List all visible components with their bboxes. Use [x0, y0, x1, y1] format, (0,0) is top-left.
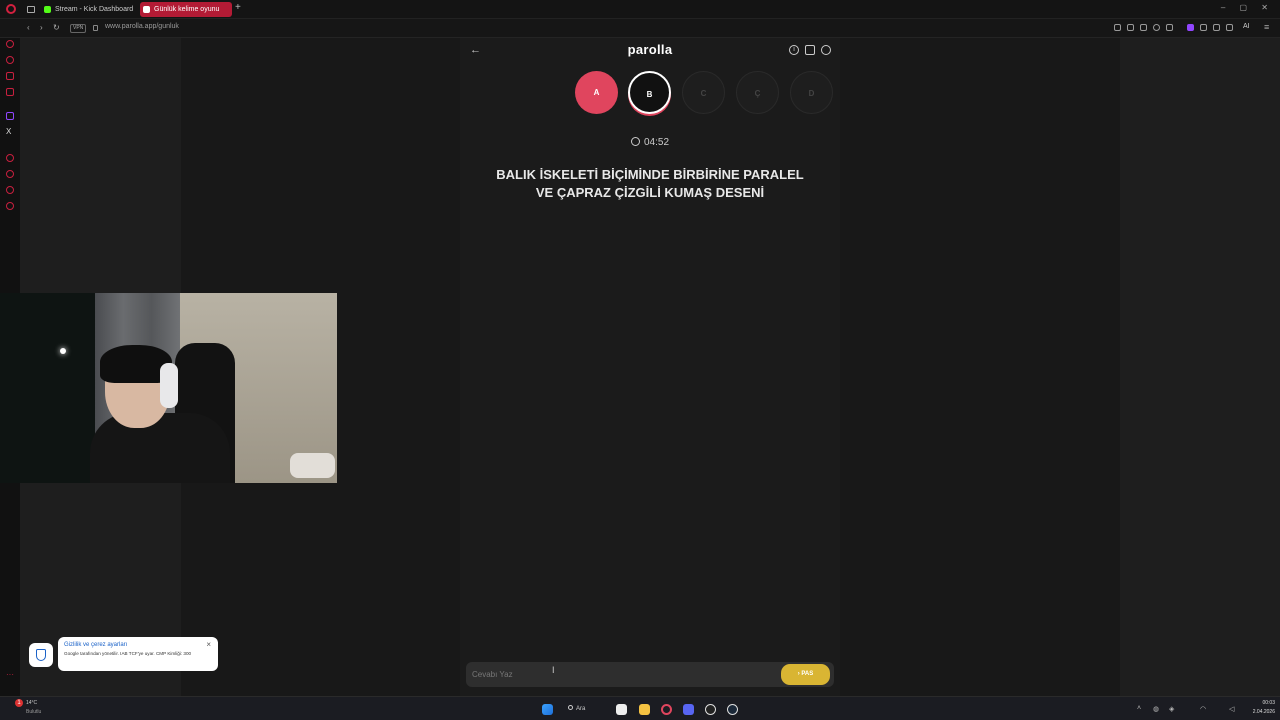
timer: 04:52: [460, 137, 840, 148]
letter-c: C: [682, 71, 725, 114]
tray-app-icon[interactable]: ◈: [1169, 705, 1174, 713]
close-icon[interactable]: ×: [206, 640, 211, 649]
task-view-icon[interactable]: [616, 704, 627, 715]
profile-icon[interactable]: [821, 45, 831, 55]
sidebar-aria-icon[interactable]: [6, 56, 14, 64]
webcam-overlay: [0, 293, 337, 483]
tab-label: Stream - Kick Dashboard: [55, 6, 134, 13]
browser-tab-bar: Stream - Kick Dashboard Günlük kelime oy…: [0, 0, 1280, 19]
answer-input[interactable]: [472, 662, 772, 687]
search-label: Ara: [576, 706, 586, 712]
opera-logo-icon[interactable]: [6, 4, 16, 14]
cookie-consent-popup: Gizlilik ve çerez ayarları Google tarafı…: [58, 637, 218, 671]
app-title: parolla: [627, 42, 673, 57]
menu-icon[interactable]: ≡: [1264, 22, 1269, 32]
webcam-pillow: [290, 453, 335, 478]
sidebar-history-icon[interactable]: [6, 170, 14, 178]
stats-icon[interactable]: [805, 45, 815, 55]
sidebar-twitch-icon[interactable]: [6, 112, 14, 120]
lock-icon: [93, 25, 98, 31]
webcam-window-dark: [0, 293, 95, 483]
info-icon[interactable]: i: [789, 45, 799, 55]
sidebar-more-icon[interactable]: ···: [6, 670, 14, 679]
tab-label: Günlük kelime oyunu: [154, 6, 220, 13]
file-explorer-icon[interactable]: [639, 704, 650, 715]
clock-icon: [630, 137, 640, 146]
sidebar-x-icon[interactable]: X: [6, 127, 11, 136]
heart-icon[interactable]: [1153, 24, 1160, 31]
tray-chevron-icon[interactable]: ˄: [1137, 705, 1141, 712]
download-icon[interactable]: [1213, 24, 1220, 31]
sidebar-settings-icon[interactable]: [6, 202, 14, 210]
speaker-icon: [143, 6, 150, 13]
cookie-title[interactable]: Gizlilik ve çerez ayarları: [64, 642, 127, 648]
webcam-headset: [160, 363, 178, 408]
window-controls: – ▢ ✕: [1220, 3, 1274, 12]
cookie-body: Google tarafından yönetilir. IAB TCF'ye …: [64, 651, 192, 656]
discord-icon[interactable]: [683, 704, 694, 715]
webcam-light: [60, 348, 66, 354]
clock-time[interactable]: 00:03: [1245, 700, 1275, 706]
snapshot-icon[interactable]: [1127, 24, 1134, 31]
reload-icon[interactable]: ↻: [53, 23, 60, 33]
letter-d: D: [790, 71, 833, 114]
extension-icon[interactable]: [1200, 24, 1207, 31]
shield-check-icon: [36, 649, 46, 661]
sidebar-player-icon[interactable]: [6, 154, 14, 162]
tray-network-icon[interactable]: ◍: [1153, 705, 1159, 713]
text-cursor-icon: I: [552, 665, 555, 675]
back-icon[interactable]: ‹: [27, 23, 30, 33]
address-bar: ‹ › ↻ VPN www.parolla.app/gunluk AI ≡: [0, 19, 1280, 38]
tray-volume-icon[interactable]: ◁: [1229, 705, 1234, 713]
page-right-panel: [1120, 38, 1280, 696]
ai-button[interactable]: AI: [1243, 23, 1250, 30]
tab-parolla[interactable]: Günlük kelime oyunu: [140, 2, 232, 17]
letter-cc: Ç: [736, 71, 779, 114]
windows-taskbar: 1 14°C Bulutlu Ara ˄ ◍ ◈ ◠ ◁ 00:03 2.04.…: [0, 696, 1280, 720]
pass-button[interactable]: › PAS: [781, 664, 830, 685]
start-menu-icon[interactable]: [542, 704, 553, 715]
tab-kick-dashboard[interactable]: Stream - Kick Dashboard: [41, 2, 137, 17]
notification-badge: 1: [15, 699, 23, 707]
question-text: BALIK İSKELETİ BİÇİMİNDE BİRBİRİNE PARAL…: [496, 167, 804, 200]
player-icon[interactable]: [1166, 24, 1173, 31]
clock-date[interactable]: 2.04.2026: [1240, 709, 1275, 715]
letter-a: A: [575, 71, 618, 114]
webcam-person-body: [90, 413, 230, 483]
search-icon: [568, 705, 573, 710]
workspaces-icon[interactable]: [27, 6, 35, 13]
weather-temp[interactable]: 14°C: [26, 700, 37, 706]
vpn-badge[interactable]: VPN: [70, 24, 87, 33]
kick-favicon-icon: [44, 6, 51, 13]
url-field[interactable]: www.parolla.app/gunluk: [105, 23, 179, 30]
taskbar-search[interactable]: Ara: [566, 702, 606, 716]
obs-icon[interactable]: [705, 704, 716, 715]
sidebar-extensions-icon[interactable]: [6, 186, 14, 194]
opera-gx-icon[interactable]: [661, 704, 672, 715]
sidebar-kick-icon[interactable]: [6, 72, 14, 80]
new-tab-button[interactable]: +: [235, 2, 241, 13]
sidebar-messenger-icon[interactable]: [6, 88, 14, 96]
bookmark-icon[interactable]: [1114, 24, 1121, 31]
camera-icon[interactable]: [1226, 24, 1233, 31]
sidebar-opera-icon[interactable]: [6, 40, 14, 48]
timer-value: 04:52: [643, 137, 670, 148]
answer-box: [466, 662, 834, 687]
weather-desc[interactable]: Bulutlu: [26, 709, 41, 715]
tray-wifi-icon[interactable]: ◠: [1200, 705, 1206, 713]
twitch-icon[interactable]: [1187, 24, 1194, 31]
steam-icon[interactable]: [727, 704, 738, 715]
letter-b: B: [628, 71, 671, 114]
privacy-shield-button[interactable]: [29, 643, 53, 667]
pass-label: PAS: [801, 671, 814, 677]
forward-icon[interactable]: ›: [40, 23, 43, 33]
shield-icon[interactable]: [1140, 24, 1147, 31]
